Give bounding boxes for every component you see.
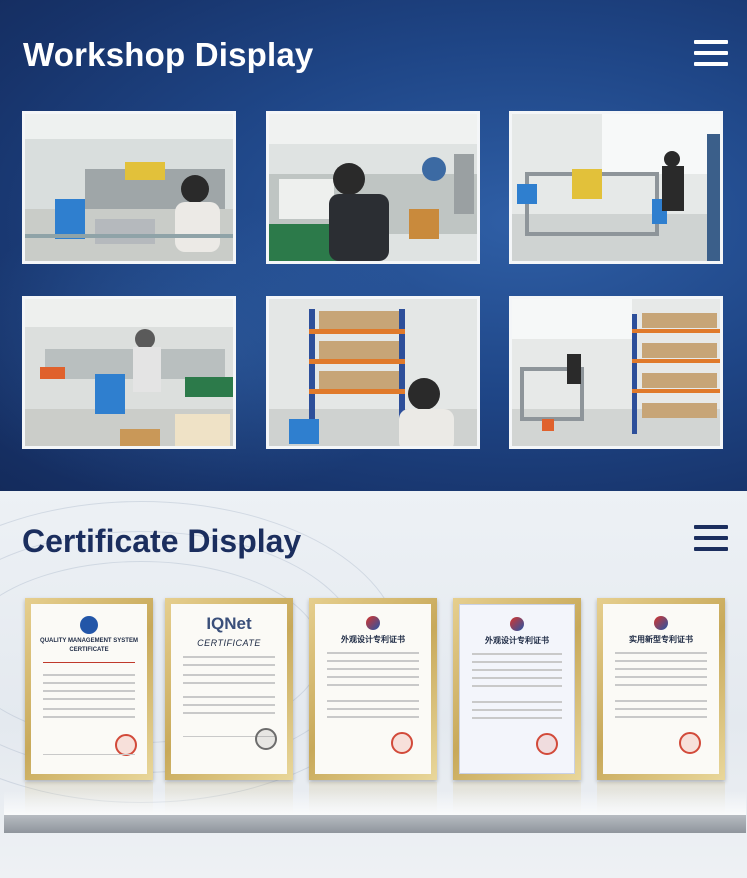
patent-office-logo-icon [654,616,668,630]
hamburger-menu-icon[interactable] [694,40,728,66]
certificate-document: 外观设计专利证书 [459,604,575,774]
certificate-card-5[interactable]: 实用新型专利证书 [597,598,725,780]
certificate-document: 实用新型专利证书 [603,604,719,774]
shelf-highlight [4,791,746,817]
certificate-heading: 实用新型专利证书 [629,635,693,644]
seal-icon [115,734,137,756]
certificate-card-3[interactable]: 外观设计专利证书 [309,598,437,780]
certificate-document: IQNet CERTIFICATE [171,604,287,774]
seal-icon [679,732,701,754]
certificate-heading: QUALITY MANAGEMENT SYSTEM [40,638,138,644]
workshop-photo-6[interactable] [509,296,723,449]
seal-icon [536,733,558,755]
seal-icon [255,728,277,750]
cqc-logo-icon [80,616,98,634]
workshop-photo-1[interactable] [22,111,236,264]
workshop-section: Workshop Display [0,0,747,491]
display-shelf [4,815,746,833]
certificate-document: 外观设计专利证书 [315,604,431,774]
certificate-card-1[interactable]: QUALITY MANAGEMENT SYSTEM CERTIFICATE [25,598,153,780]
certificate-card-2[interactable]: IQNet CERTIFICATE [165,598,293,780]
workshop-photo-3[interactable] [509,111,723,264]
certificate-title: Certificate Display [22,523,302,559]
certificate-document: QUALITY MANAGEMENT SYSTEM CERTIFICATE [31,604,147,774]
page: Workshop Display Certificate Display QUA… [0,0,747,878]
certificate-heading: 外观设计专利证书 [341,635,405,644]
workshop-photo-2[interactable] [266,111,480,264]
certificate-subheading: CERTIFICATE [197,638,261,648]
certificate-subheading: CERTIFICATE [69,647,109,653]
patent-office-logo-icon [366,616,380,630]
seal-icon [391,732,413,754]
iqnet-logo: IQNet [206,614,252,633]
certificate-card-4[interactable]: 外观设计专利证书 [453,598,581,780]
hamburger-menu-icon[interactable] [694,525,728,551]
certificate-heading: 外观设计专利证书 [485,636,549,645]
workshop-title: Workshop Display [23,36,314,73]
certificate-section: Certificate Display QUALITY MANAGEMENT S… [0,491,747,878]
workshop-photo-5[interactable] [266,296,480,449]
workshop-photo-4[interactable] [22,296,236,449]
patent-office-logo-icon [510,617,524,631]
